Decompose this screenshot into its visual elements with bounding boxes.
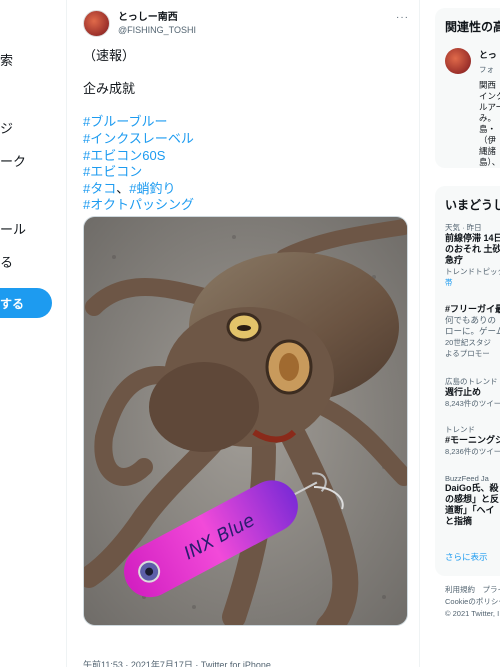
- trend-meta: 天気 · 昨日: [445, 223, 482, 232]
- trend-item[interactable]: 広島のトレンド 週行止め 8,243件のツイー: [445, 376, 500, 409]
- news-headline: 道断」「ヘイ: [445, 505, 495, 515]
- right-sidebar: 関連性の高 とっ フォ 関西 インク ルアー み。 島・ （伊 縄諸 島）、 い…: [420, 0, 500, 667]
- trend-subtext: トレンドトピック: [445, 267, 500, 276]
- news-headline: の感想」と反: [445, 494, 500, 504]
- hashtag-link[interactable]: #エビコン60S: [83, 148, 403, 165]
- hashtag-link[interactable]: #ブルーブルー: [83, 114, 403, 131]
- trend-description: 何でもありの: [445, 315, 497, 325]
- hashtag-link[interactable]: #タコ: [83, 181, 116, 196]
- nav-item-search[interactable]: 索: [0, 50, 13, 69]
- tweet-count: 8,243件のツイー: [445, 399, 500, 408]
- relevant-people-title: 関連性の高: [445, 20, 500, 34]
- news-source: BuzzFeed Ja: [445, 474, 489, 483]
- trend-meta: トレンド: [445, 425, 475, 434]
- tweet-text: （速報） 企み成就 #ブルーブルー #インクスレーベル #エビコン60S #エビ…: [83, 48, 403, 214]
- bio-line: 島・: [479, 124, 497, 134]
- trend-item[interactable]: 天気 · 昨日 前線停滞 14日 のおそれ 土砂 急疗 トレンドトピック 帯: [445, 222, 500, 288]
- more-options-icon[interactable]: ···: [396, 12, 409, 23]
- display-name[interactable]: とっしー南西: [118, 11, 196, 24]
- relevant-people-panel: 関連性の高 とっ フォ 関西 インク ルアー み。 島・ （伊 縄諸 島）、: [435, 8, 500, 168]
- tweet-timestamp[interactable]: 午前11:53 · 2021年7月17日 · Twitter for iPhon…: [83, 658, 271, 667]
- tweet-line: （速報）: [83, 48, 136, 63]
- bio-line: 島）、: [479, 157, 500, 167]
- nav-item-messages[interactable]: ジ: [0, 118, 13, 137]
- hashtag-link[interactable]: #蛸釣り: [129, 181, 175, 196]
- trend-item[interactable]: トレンド #モーニングシ 8,236件のツイー: [445, 424, 500, 457]
- trend-headline: のおそれ 土砂: [445, 244, 500, 254]
- copyright: © 2021 Twitter, I: [445, 609, 500, 618]
- nav-item-profile[interactable]: ール: [0, 219, 26, 238]
- promoted-label: よるプロモー: [445, 349, 490, 358]
- bio-line: ルアー: [479, 102, 500, 112]
- left-navigation: 索 ジ ーク ール る する: [0, 0, 66, 667]
- user-handle[interactable]: @FISHING_TOSHI: [118, 24, 196, 37]
- tweet-count: 8,236件のツイー: [445, 447, 500, 456]
- trend-meta: 広島のトレンド: [445, 377, 498, 386]
- trend-subtext-link[interactable]: 帯: [445, 277, 500, 288]
- tweet-author[interactable]: とっしー南西 @FISHING_TOSHI: [83, 10, 196, 37]
- nav-item-more[interactable]: る: [0, 252, 13, 271]
- trend-headline: #モーニングシ: [445, 435, 500, 445]
- trend-headline: 前線停滞 14日: [445, 233, 500, 243]
- trends-title: いまどうし: [445, 198, 500, 212]
- trend-description: ローに。ゲーム: [445, 326, 500, 336]
- trend-item-news[interactable]: BuzzFeed Ja DaiGo氏、殺 の感想」と反 道断」「ヘイ と指摘: [445, 474, 499, 527]
- trend-headline: #フリーガイ最: [445, 304, 500, 314]
- hashtag-link[interactable]: #オクトパッシング: [83, 197, 403, 214]
- avatar[interactable]: [445, 48, 471, 74]
- trend-headline: 週行止め: [445, 387, 482, 397]
- trend-item-promoted[interactable]: #フリーガイ最 何でもありの ローに。ゲーム 20世紀スタジ よるプロモー: [445, 304, 500, 359]
- bio-line: み。: [479, 113, 497, 123]
- hashtag-link[interactable]: #エビコン: [83, 164, 403, 181]
- bio-line: インク: [479, 91, 500, 101]
- news-headline: と指摘: [445, 516, 473, 526]
- trend-headline: 急疗: [445, 255, 464, 265]
- news-headline: DaiGo氏、殺: [445, 483, 499, 493]
- hashtag-link[interactable]: #インクスレーベル: [83, 131, 403, 148]
- trends-panel: いまどうし 天気 · 昨日 前線停滞 14日 のおそれ 土砂 急疗 トレンドトピ…: [435, 186, 500, 576]
- bio-line: 縄諸: [479, 146, 497, 156]
- footer-link[interactable]: Cookieのポリシー: [445, 596, 500, 608]
- tweet-photo[interactable]: INX Blue: [83, 216, 408, 626]
- related-user-name[interactable]: とっ: [479, 50, 497, 61]
- nav-item-bookmarks[interactable]: ーク: [0, 151, 26, 170]
- promoted-label: 20世紀スタジ: [445, 338, 491, 347]
- bio-line: 関西: [479, 80, 497, 90]
- bio-line: （伊: [479, 135, 497, 145]
- tweet-line: 企み成就: [83, 81, 136, 97]
- show-more-link[interactable]: さらに表示: [445, 552, 488, 563]
- tweet-detail: とっしー南西 @FISHING_TOSHI ··· （速報） 企み成就 #ブルー…: [66, 0, 420, 667]
- avatar[interactable]: [83, 10, 110, 37]
- follow-button[interactable]: フォ: [479, 64, 494, 75]
- footer-link[interactable]: 利用規約 プライ: [445, 584, 500, 596]
- tweet-button[interactable]: する: [0, 288, 52, 318]
- hashtag-separator: 、: [116, 180, 130, 196]
- octopus-photo-illustration: INX Blue: [84, 217, 407, 625]
- footer-links: 利用規約 プライ Cookieのポリシー © 2021 Twitter, I: [445, 584, 500, 620]
